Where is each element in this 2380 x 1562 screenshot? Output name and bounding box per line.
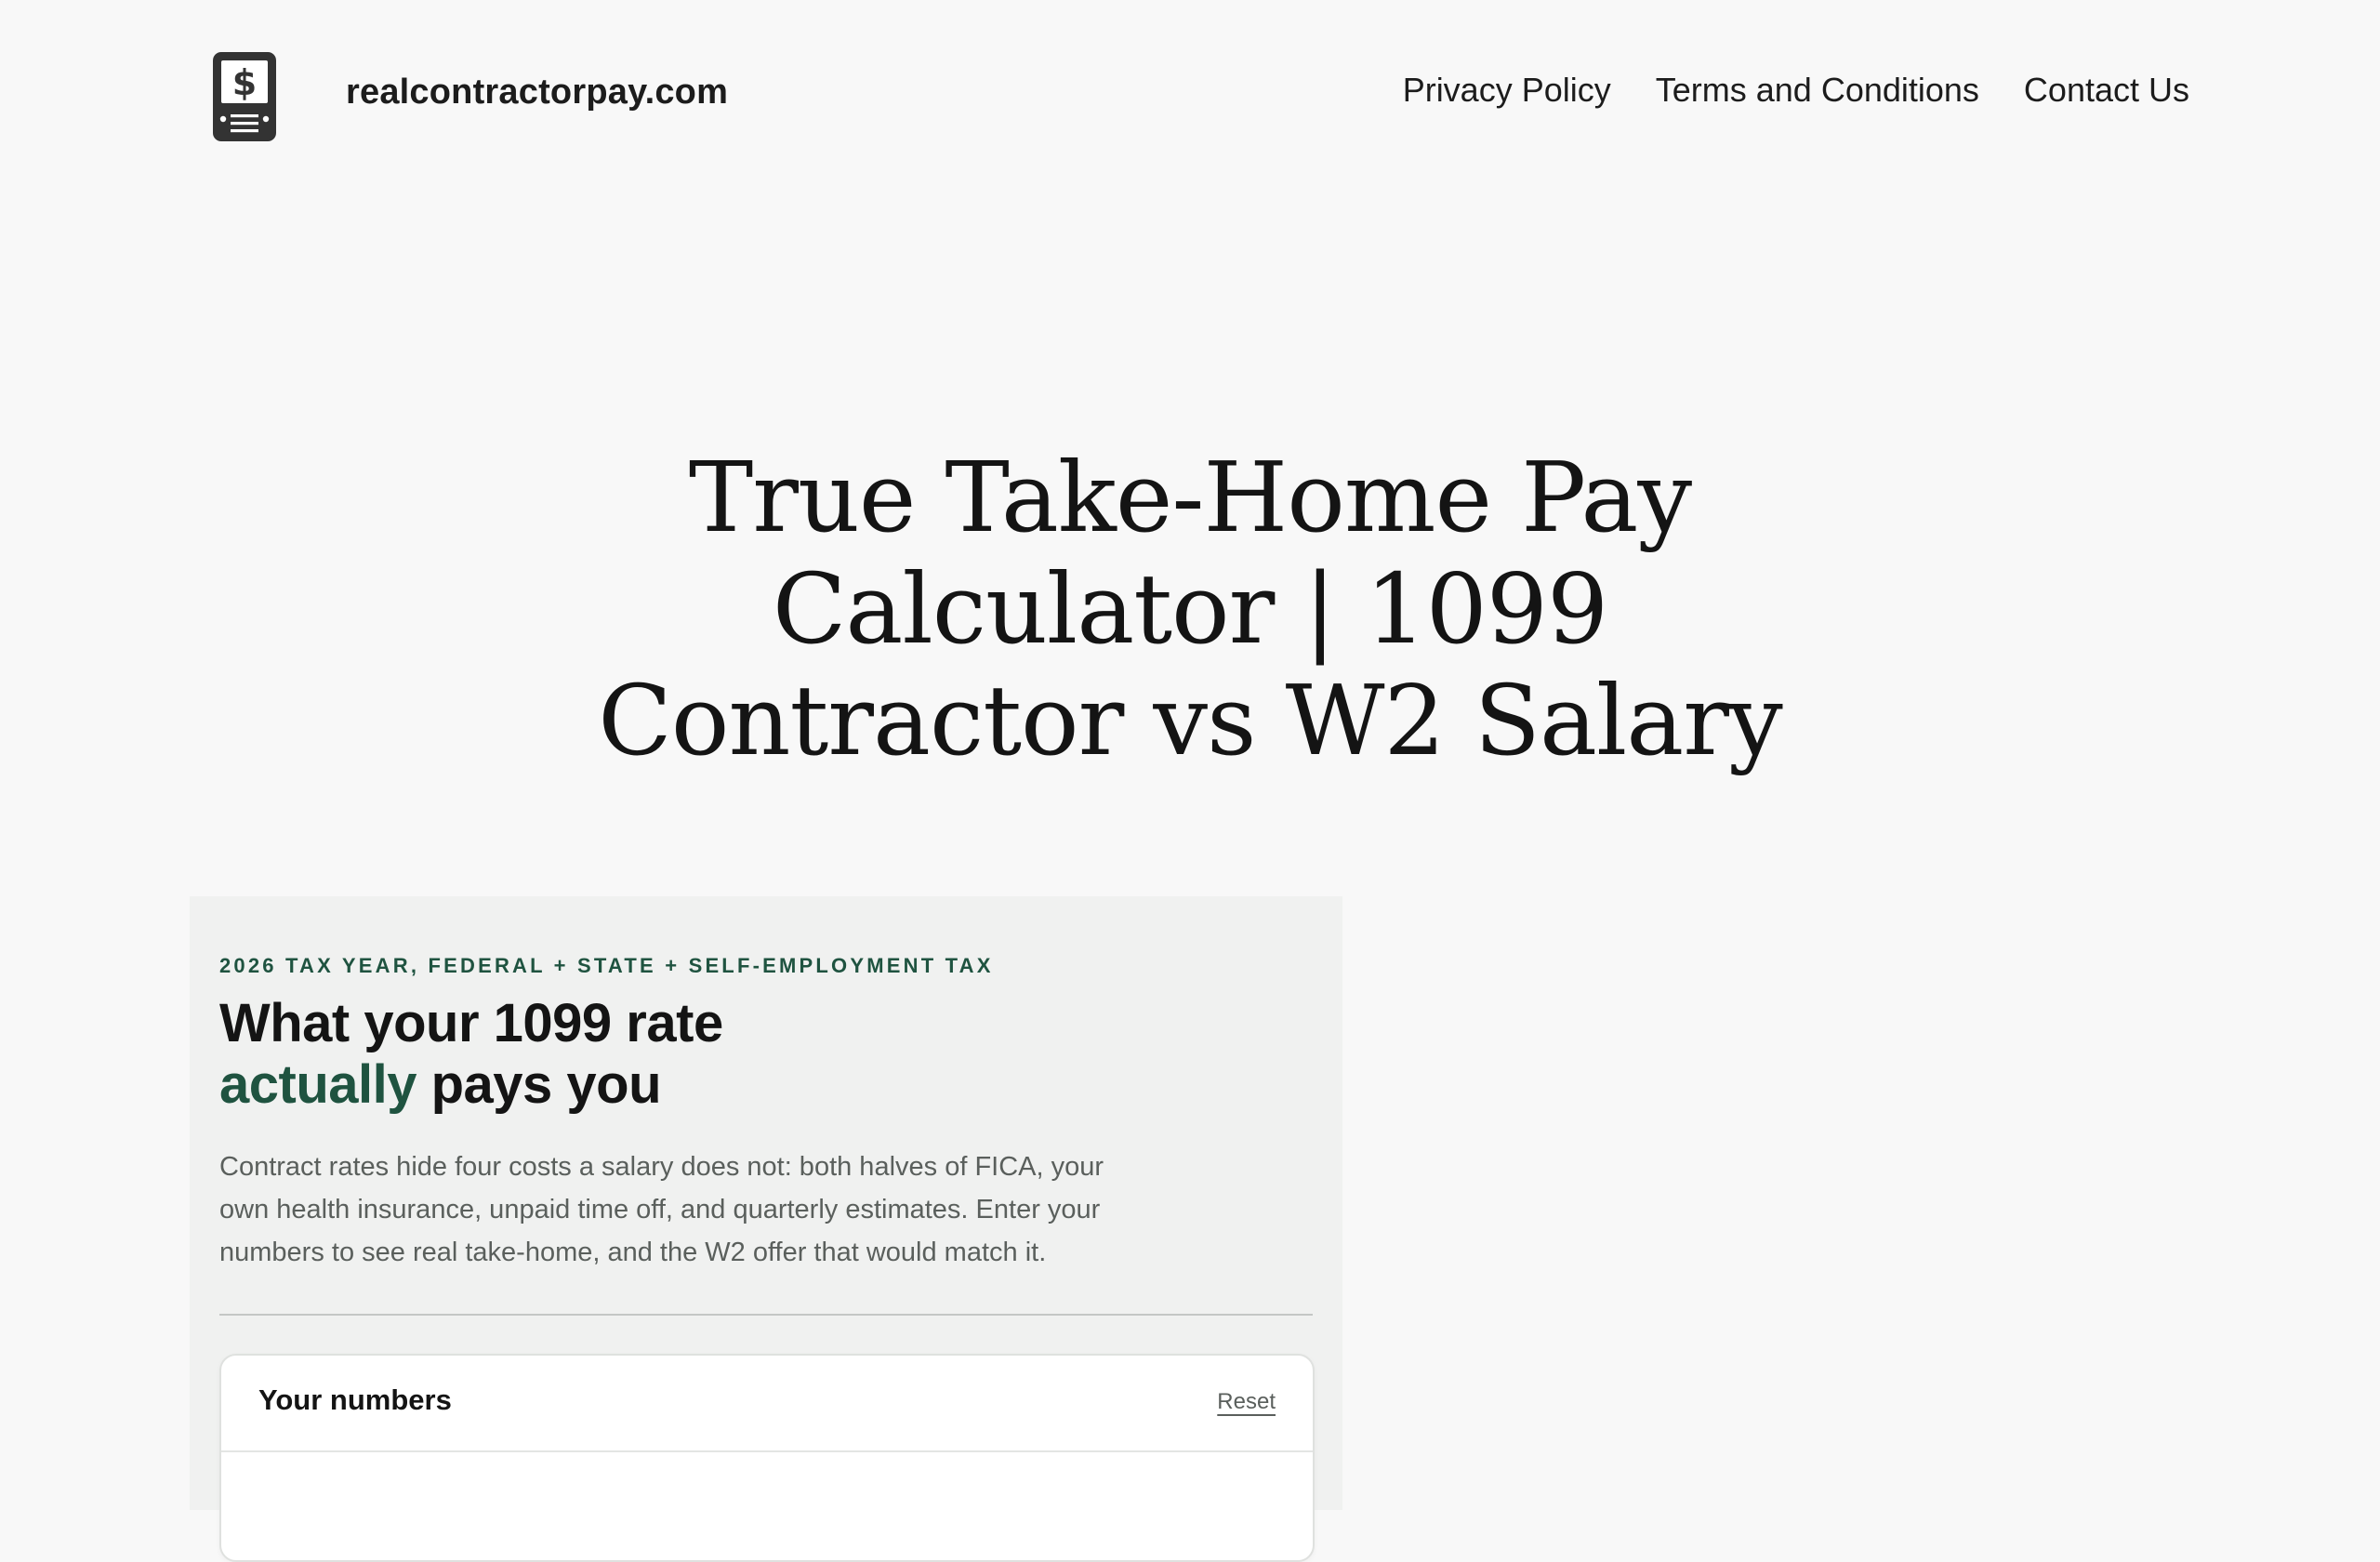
tax-year-eyebrow: 2026 TAX YEAR, FEDERAL + STATE + SELF-EM… [219,954,994,977]
heading-line-2-rest: pays you [416,1054,662,1115]
your-numbers-title: Your numbers [258,1383,452,1416]
calculator-panel: 2026 TAX YEAR, FEDERAL + STATE + SELF-EM… [190,896,1342,1562]
calculator-description: Contract rates hide four costs a salary … [219,1152,1104,1267]
svg-text:$: $ [232,62,257,103]
your-numbers-card-header: Your numbers Reset [221,1356,1313,1452]
site-header: $ realcontractorpay.com Privacy Policy T… [0,0,2380,186]
reset-button[interactable]: Reset [1217,1389,1276,1415]
page-title-line-3: Contractor vs W2 Salary [598,664,1782,777]
page-title: True Take-Home Pay Calculator | 1099 Con… [0,442,2380,776]
calculator-heading: What your 1099 rate actually pays you [219,993,723,1116]
your-numbers-card: Your numbers Reset [219,1354,1315,1562]
page-title-line-1: True Take-Home Pay [688,441,1692,554]
main-nav: Privacy Policy Terms and Conditions Cont… [1403,71,2189,110]
heading-line-1: What your 1099 rate [219,993,723,1053]
calculator-dollar-icon: $ [213,52,276,141]
nav-privacy-policy[interactable]: Privacy Policy [1403,71,1611,110]
site-logo[interactable]: $ [212,51,277,142]
page-title-line-2: Calculator | 1099 [772,552,1608,666]
heading-accent-word: actually [219,1054,417,1115]
site-title[interactable]: realcontractorpay.com [346,73,728,113]
nav-terms-and-conditions[interactable]: Terms and Conditions [1656,71,1979,110]
section-divider [219,1314,1313,1316]
nav-contact-us[interactable]: Contact Us [2024,71,2189,110]
